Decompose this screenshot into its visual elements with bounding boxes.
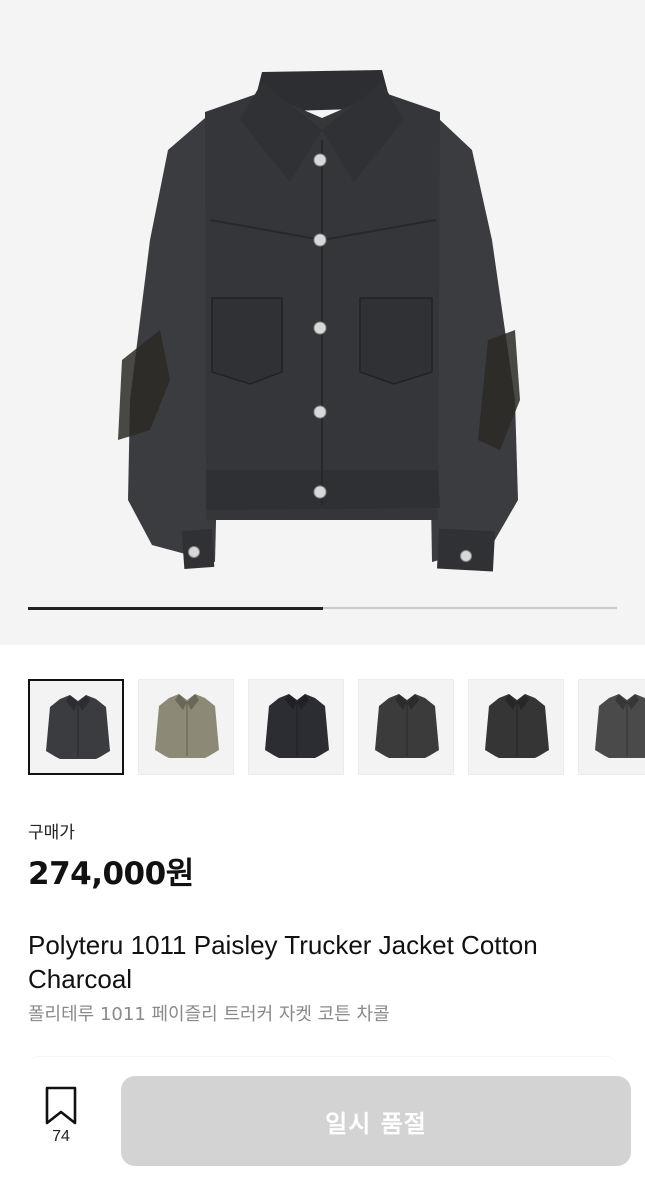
price: 274,000원 bbox=[28, 856, 194, 892]
gallery-progress-fill bbox=[28, 606, 323, 610]
product-title-korean: 폴리테루 1011 페이즐리 트러커 자켓 코튼 차콜 bbox=[28, 1004, 390, 1025]
jacket-thumbnail-icon bbox=[46, 695, 110, 759]
thumbnail-jacket-black-front[interactable] bbox=[248, 679, 344, 775]
jacket-thumbnail-icon bbox=[595, 694, 645, 758]
buy-button-soldout[interactable]: 일시 품절 bbox=[121, 1076, 631, 1166]
jacket-thumbnail-icon bbox=[485, 694, 549, 758]
price-label: 구매가 bbox=[28, 823, 75, 843]
thumbnail-jacket-gray-partial[interactable] bbox=[578, 679, 645, 775]
jacket-thumbnail-icon bbox=[375, 694, 439, 758]
jacket-illustration bbox=[118, 70, 520, 572]
jacket-thumbnail-icon bbox=[265, 694, 329, 758]
gallery-progress-bar bbox=[28, 606, 617, 610]
bookmark-icon bbox=[45, 1086, 77, 1125]
thumbnail-jacket-camo-front[interactable] bbox=[138, 679, 234, 775]
thumbnail-strip[interactable] bbox=[28, 679, 645, 775]
bookmark-count: 74 bbox=[52, 1128, 70, 1145]
thumbnail-jacket-darkgray-front[interactable] bbox=[358, 679, 454, 775]
thumbnail-jacket-black-variant[interactable] bbox=[468, 679, 564, 775]
product-title: Polyteru 1011 Paisley Trucker Jacket Cot… bbox=[28, 930, 538, 994]
product-main-image[interactable] bbox=[0, 0, 645, 645]
thumbnail-jacket-charcoal-front[interactable] bbox=[28, 679, 124, 775]
jacket-thumbnail-icon bbox=[155, 694, 219, 758]
bookmark-button[interactable]: 74 bbox=[30, 1086, 92, 1156]
